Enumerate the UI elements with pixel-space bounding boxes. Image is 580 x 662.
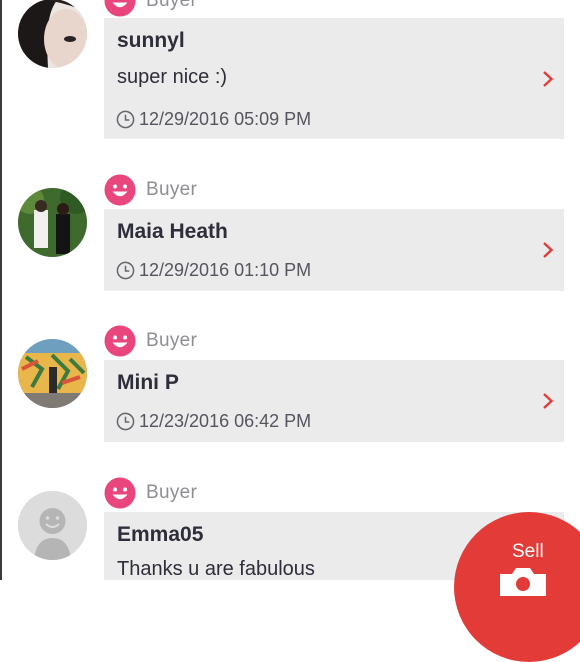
user-avatar[interactable] — [18, 0, 87, 68]
review-date: 12/29/2016 05:09 PM — [116, 109, 311, 130]
smile-icon — [104, 477, 136, 509]
smile-icon — [104, 325, 136, 357]
user-avatar[interactable] — [18, 188, 87, 257]
role-row: Buyer — [104, 0, 197, 18]
user-photo-avatar — [18, 339, 87, 408]
review-card[interactable]: Mini P 12/23/2016 06:42 PM — [104, 360, 564, 442]
clock-icon — [116, 412, 135, 431]
user-photo-avatar — [18, 188, 87, 257]
review-card[interactable]: sunnyl super nice :) 12/29/2016 05:09 PM — [104, 18, 564, 139]
chevron-right-icon[interactable] — [542, 392, 554, 410]
date-text: 12/23/2016 06:42 PM — [139, 411, 312, 431]
role-row: Buyer — [104, 324, 197, 358]
user-avatar[interactable] — [18, 491, 87, 560]
reviewer-name[interactable]: Emma05 — [117, 523, 203, 547]
date-text: 12/29/2016 01:10 PM — [139, 260, 312, 280]
role-label: Buyer — [146, 0, 198, 11]
camera-icon — [500, 568, 546, 596]
user-avatar[interactable] — [18, 339, 87, 408]
smile-icon — [104, 174, 136, 206]
user-photo-avatar — [18, 0, 87, 68]
reviewer-name[interactable]: Maia Heath — [117, 220, 228, 244]
review-comment: super nice :) — [117, 66, 228, 88]
role-row: Buyer — [104, 173, 197, 207]
reviewer-name[interactable]: Mini P — [117, 371, 179, 395]
chevron-right-icon[interactable] — [542, 241, 554, 259]
review-card[interactable]: Maia Heath 12/29/2016 01:10 PM — [104, 209, 564, 291]
review-comment: Thanks u are fabulous — [117, 558, 315, 580]
left-edge-rule — [0, 0, 2, 580]
clock-icon — [116, 110, 135, 129]
chevron-right-icon[interactable] — [542, 70, 554, 88]
smile-icon — [104, 0, 136, 17]
review-date: 12/29/2016 01:10 PM — [116, 260, 311, 281]
reviewer-name[interactable]: sunnyl — [117, 29, 185, 53]
role-label: Buyer — [146, 179, 198, 200]
clock-icon — [116, 261, 135, 280]
default-avatar — [18, 491, 87, 560]
date-text: 12/29/2016 05:09 PM — [139, 109, 312, 129]
role-label: Buyer — [146, 330, 198, 351]
review-date: 12/23/2016 06:42 PM — [116, 411, 311, 432]
sell-label: Sell — [512, 541, 544, 562]
role-row: Buyer — [104, 476, 197, 510]
role-label: Buyer — [146, 482, 198, 503]
